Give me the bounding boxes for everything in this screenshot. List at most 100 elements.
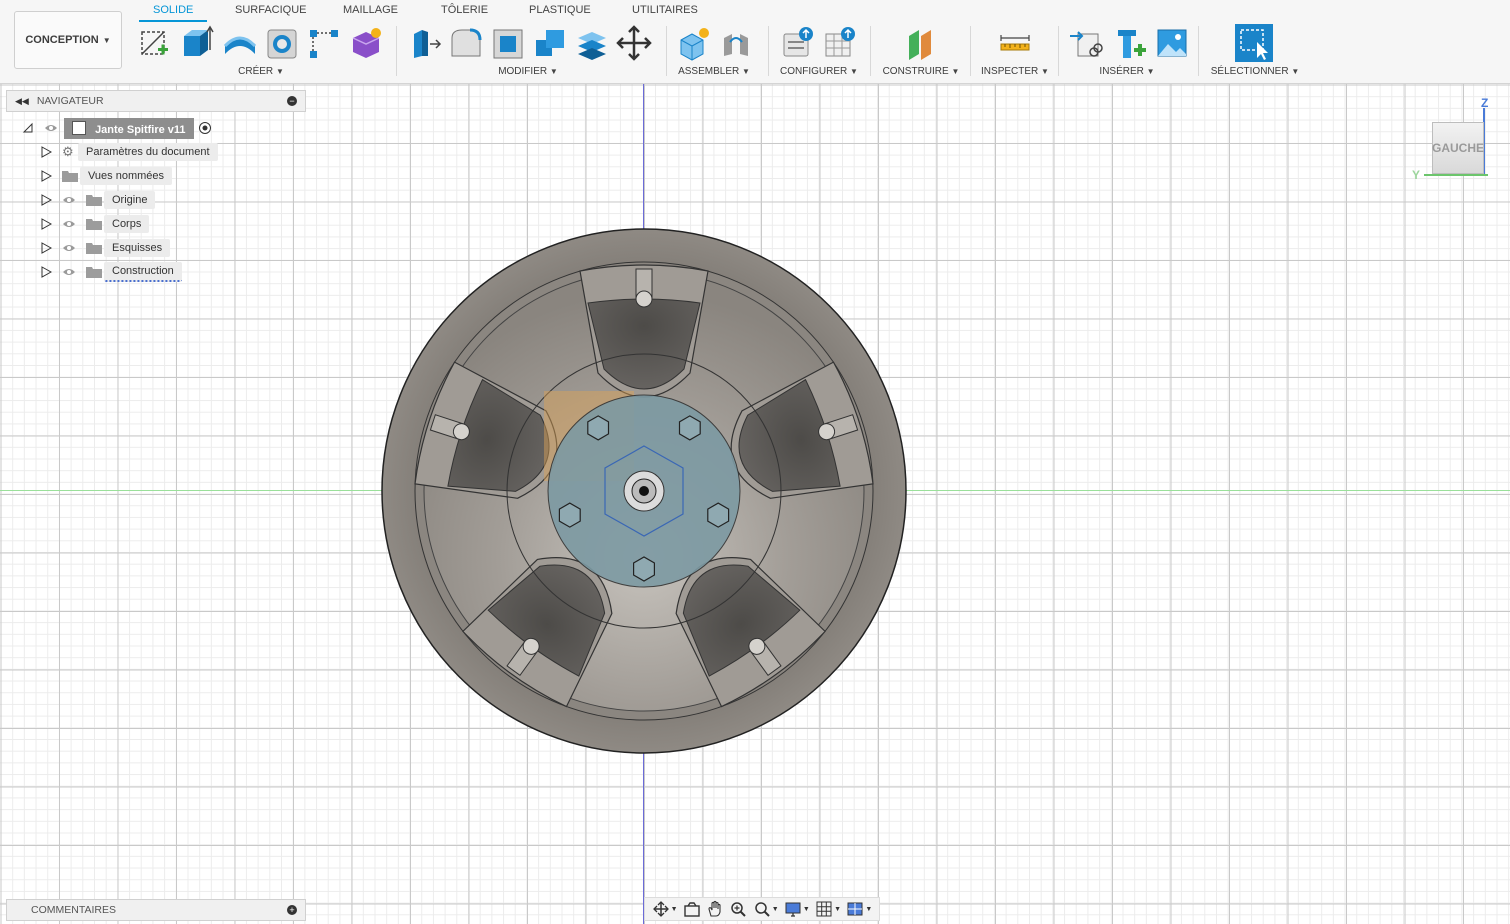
tree-item-parametres[interactable]: ⚙ Paramètres du document xyxy=(40,142,218,162)
offset-plane-icon[interactable] xyxy=(903,24,939,62)
collapsed-triangle-icon[interactable] xyxy=(40,146,52,158)
insert-derive-icon[interactable] xyxy=(1068,24,1104,62)
minimize-panel-button[interactable]: − xyxy=(287,96,297,106)
tab-plastique[interactable]: PLASTIQUE xyxy=(529,4,591,16)
group-creer: CRÉER ▼ xyxy=(134,22,388,80)
chevron-down-icon: ▼ xyxy=(802,905,810,913)
revolve-icon[interactable] xyxy=(222,24,258,62)
shell-icon[interactable] xyxy=(490,24,526,62)
eye-icon[interactable] xyxy=(62,243,76,253)
tree-item-corps[interactable]: Corps xyxy=(40,214,150,234)
3d-viewport[interactable] xyxy=(0,84,1510,924)
activate-radio-icon[interactable] xyxy=(198,121,212,135)
comments-panel[interactable]: COMMENTAIRES + xyxy=(6,899,306,921)
press-pull-icon[interactable] xyxy=(406,24,442,62)
tree-item-label: Esquisses xyxy=(104,239,171,257)
collapsed-triangle-icon[interactable] xyxy=(40,194,52,206)
browser-navigator: ◀◀ NAVIGATEUR − Jante Spitfire v11 ⚙ Par… xyxy=(6,90,306,282)
navigator-header: ◀◀ NAVIGATEUR − xyxy=(6,90,306,112)
measure-icon[interactable] xyxy=(997,24,1033,62)
tree-item-label: Paramètres du document xyxy=(78,143,218,161)
orbit-button[interactable]: ▼ xyxy=(652,900,678,918)
collapsed-triangle-icon[interactable] xyxy=(40,170,52,182)
create-sketch-icon[interactable] xyxy=(136,24,172,62)
zoom-icon xyxy=(731,902,747,917)
chevron-down-icon: ▼ xyxy=(834,905,842,913)
group-label-selectionner[interactable]: SÉLECTIONNER ▼ xyxy=(1206,66,1304,77)
document-icon xyxy=(72,120,86,135)
tree-item-label: Vues nommées xyxy=(80,167,173,185)
move-icon[interactable] xyxy=(616,24,652,62)
create-form-icon[interactable] xyxy=(348,24,384,62)
display-settings-button[interactable]: ▼ xyxy=(784,900,810,918)
eye-icon[interactable] xyxy=(62,219,76,229)
group-label-inserer[interactable]: INSÉRER ▼ xyxy=(1064,66,1190,77)
tab-surfacique[interactable]: SURFACIQUE xyxy=(235,4,307,16)
zoom-button[interactable] xyxy=(729,900,747,918)
eye-icon[interactable] xyxy=(44,123,58,133)
collapsed-triangle-icon[interactable] xyxy=(40,242,52,254)
insert-mcmaster-icon[interactable] xyxy=(1112,24,1148,62)
expanded-triangle-icon[interactable] xyxy=(22,122,34,134)
chevron-down-icon: ▼ xyxy=(1146,67,1155,76)
viewcube-y-axis-label: Y xyxy=(1412,168,1421,182)
parameters-icon[interactable] xyxy=(780,24,816,62)
chevron-down-icon: ▼ xyxy=(742,67,750,76)
tab-tolerie[interactable]: TÔLERIE xyxy=(441,4,488,16)
tree-item-label: Construction xyxy=(104,262,182,282)
eye-icon[interactable] xyxy=(62,267,76,277)
monitor-icon xyxy=(785,902,801,917)
select-icon[interactable] xyxy=(1235,24,1273,62)
tab-maillage[interactable]: MAILLAGE xyxy=(343,4,398,16)
extrude-icon[interactable] xyxy=(178,24,214,62)
new-component-icon[interactable] xyxy=(676,24,712,62)
chevron-down-icon: ▼ xyxy=(1041,67,1049,76)
joint-icon[interactable] xyxy=(718,24,754,62)
collapsed-triangle-icon[interactable] xyxy=(40,266,52,278)
tree-item-construction[interactable]: Construction xyxy=(40,262,182,282)
fillet-icon[interactable] xyxy=(448,24,484,62)
hole-icon[interactable] xyxy=(264,24,300,62)
configuration-table-icon[interactable] xyxy=(822,24,858,62)
viewports-button[interactable]: ▼ xyxy=(846,900,872,918)
divider xyxy=(666,26,667,76)
group-modifier: MODIFIER ▼ xyxy=(402,22,654,80)
offset-face-icon[interactable] xyxy=(574,24,610,62)
tree-item-vues-nommees[interactable]: Vues nommées xyxy=(40,166,173,186)
look-at-button[interactable] xyxy=(683,900,701,918)
collapse-panel-icon[interactable]: ◀◀ xyxy=(15,96,29,107)
folder-icon xyxy=(62,171,78,182)
navigation-bar: ▼ ▼ ▼ ▼ ▼ xyxy=(644,897,880,921)
viewcube[interactable]: Z GAUCHE Y xyxy=(1410,96,1506,186)
tab-utilitaires[interactable]: UTILITAIRES xyxy=(632,4,698,16)
group-label-construire[interactable]: CONSTRUIRE ▼ xyxy=(880,66,962,77)
pattern-icon[interactable] xyxy=(306,24,342,62)
collapsed-triangle-icon[interactable] xyxy=(40,218,52,230)
tree-root[interactable]: Jante Spitfire v11 xyxy=(22,117,212,139)
tree-item-esquisses[interactable]: Esquisses xyxy=(40,238,171,258)
divider xyxy=(870,26,871,76)
wheel-model[interactable] xyxy=(0,84,1510,924)
pan-button[interactable] xyxy=(706,900,724,918)
viewcube-face-gauche[interactable]: GAUCHE xyxy=(1432,122,1484,174)
group-label-creer[interactable]: CRÉER ▼ xyxy=(134,66,388,77)
tree-item-label: Corps xyxy=(104,215,150,233)
tree-item-origine[interactable]: Origine xyxy=(40,190,156,210)
insert-image-icon[interactable] xyxy=(1154,24,1190,62)
group-label-inspecter[interactable]: INSPECTER ▼ xyxy=(978,66,1052,77)
root-component[interactable]: Jante Spitfire v11 xyxy=(64,117,194,139)
chevron-down-icon: ▼ xyxy=(850,67,858,76)
ribbon-toolbar: CONCEPTION ▼ SOLIDE SURFACIQUE MAILLAGE … xyxy=(0,0,1510,84)
combine-icon[interactable] xyxy=(532,24,568,62)
chevron-down-icon: ▼ xyxy=(865,905,873,913)
gear-icon: ⚙ xyxy=(62,144,74,159)
eye-icon[interactable] xyxy=(62,195,76,205)
divider xyxy=(1198,26,1199,76)
fit-button[interactable]: ▼ xyxy=(753,900,779,918)
group-label-assembler[interactable]: ASSEMBLER ▼ xyxy=(672,66,756,77)
add-comment-button[interactable]: + xyxy=(287,905,297,915)
grid-snap-button[interactable]: ▼ xyxy=(815,900,841,918)
tab-solide[interactable]: SOLIDE xyxy=(138,4,208,22)
group-label-configurer[interactable]: CONFIGURER ▼ xyxy=(776,66,862,77)
group-label-modifier[interactable]: MODIFIER ▼ xyxy=(402,66,654,77)
